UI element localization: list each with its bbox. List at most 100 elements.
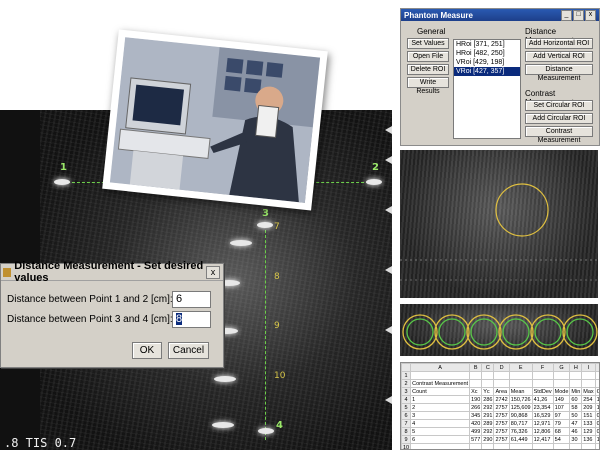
close-button[interactable]: x: [585, 10, 596, 21]
table-cell[interactable]: [569, 379, 583, 388]
set-values-button[interactable]: Set Values: [407, 38, 449, 49]
table-cell[interactable]: 151: [581, 411, 596, 420]
table-cell[interactable]: 190: [469, 395, 483, 404]
table-cell[interactable]: 2757: [493, 419, 510, 428]
column-header[interactable]: [401, 363, 412, 372]
table-cell[interactable]: 16,529: [531, 411, 554, 420]
table-cell[interactable]: Min: [569, 387, 583, 396]
table-cell[interactable]: [531, 371, 554, 380]
table-cell[interactable]: 68: [552, 427, 571, 436]
minimize-button[interactable]: _: [561, 10, 572, 21]
table-cell[interactable]: 289: [481, 419, 495, 428]
table-cell[interactable]: 292: [481, 427, 495, 436]
row-number[interactable]: 8: [401, 427, 412, 436]
table-cell[interactable]: 286: [481, 395, 495, 404]
column-header[interactable]: G: [552, 363, 571, 372]
table-cell[interactable]: 97: [552, 411, 571, 420]
table-cell[interactable]: 90,868: [508, 411, 533, 420]
dialog-titlebar[interactable]: Distance Measurement - Set desired value…: [1, 260, 223, 284]
roi-list-item[interactable]: HRoi [371, 251]: [454, 40, 520, 49]
column-header[interactable]: B: [469, 363, 483, 372]
table-cell[interactable]: [493, 379, 510, 388]
table-cell[interactable]: 136: [581, 435, 596, 444]
table-cell[interactable]: 129: [581, 427, 596, 436]
add-horizontal-roi-button[interactable]: Add Horizontal ROI: [525, 38, 593, 49]
table-cell[interactable]: [594, 371, 599, 380]
table-cell[interactable]: Contrast Measurement: [410, 379, 471, 388]
table-cell[interactable]: 12,417: [531, 435, 554, 444]
roi-list-item[interactable]: HRoi [482, 250]: [454, 49, 520, 58]
table-cell[interactable]: Yc: [481, 387, 495, 396]
column-header[interactable]: E: [508, 363, 533, 372]
write-results-button[interactable]: Write Results: [407, 77, 449, 95]
cancel-button[interactable]: Cancel: [168, 342, 209, 359]
row-number[interactable]: 4: [401, 395, 412, 404]
row-number[interactable]: 5: [401, 403, 412, 412]
table-cell[interactable]: [581, 379, 596, 388]
row-number[interactable]: 7: [401, 419, 412, 428]
table-cell[interactable]: [552, 379, 571, 388]
table-cell[interactable]: 2757: [493, 427, 510, 436]
column-header[interactable]: F: [531, 363, 554, 372]
table-cell[interactable]: 292: [481, 403, 495, 412]
row-number[interactable]: 10: [401, 443, 412, 449]
table-cell[interactable]: Area: [493, 387, 510, 396]
table-cell[interactable]: [508, 379, 533, 388]
table-cell[interactable]: Count: [410, 387, 471, 396]
point-marker-2[interactable]: [366, 179, 382, 185]
table-cell[interactable]: 1,529: [594, 395, 599, 404]
table-cell[interactable]: 4: [410, 419, 471, 428]
table-cell[interactable]: 80,717: [508, 419, 533, 428]
table-cell[interactable]: [481, 443, 495, 449]
table-cell[interactable]: 79: [552, 419, 571, 428]
table-cell[interactable]: 345: [469, 411, 483, 420]
table-cell[interactable]: 46: [569, 427, 583, 436]
table-cell[interactable]: 1: [410, 395, 471, 404]
delete-roi-button[interactable]: Delete ROI: [407, 64, 449, 75]
table-cell[interactable]: 2757: [493, 403, 510, 412]
column-header[interactable]: J: [594, 363, 599, 372]
table-cell[interactable]: CNR: [594, 387, 599, 396]
table-cell[interactable]: [481, 371, 495, 380]
table-cell[interactable]: 47: [569, 419, 583, 428]
table-cell[interactable]: 1,127: [594, 435, 599, 444]
table-cell[interactable]: 61,449: [508, 435, 533, 444]
table-cell[interactable]: [552, 443, 571, 449]
table-cell[interactable]: [469, 379, 483, 388]
table-cell[interactable]: [531, 379, 554, 388]
table-cell[interactable]: 6: [410, 435, 471, 444]
column-header[interactable]: H: [569, 363, 583, 372]
table-cell[interactable]: 290: [481, 435, 495, 444]
table-cell[interactable]: 58: [569, 403, 583, 412]
distance-3-4-input[interactable]: 8: [172, 311, 211, 328]
table-cell[interactable]: 12,971: [531, 419, 554, 428]
table-cell[interactable]: 60: [569, 395, 583, 404]
table-cell[interactable]: 125,609: [508, 403, 533, 412]
table-cell[interactable]: 133: [581, 419, 596, 428]
point-marker-3[interactable]: [257, 222, 273, 228]
add-vertical-roi-button[interactable]: Add Vertical ROI: [525, 51, 593, 62]
table-cell[interactable]: 0,369: [594, 411, 599, 420]
table-cell[interactable]: 150,726: [508, 395, 533, 404]
table-cell[interactable]: 3: [410, 411, 471, 420]
column-header[interactable]: C: [481, 363, 495, 372]
point-marker-1[interactable]: [54, 179, 70, 185]
table-cell[interactable]: 23,354: [531, 403, 554, 412]
table-cell[interactable]: [581, 371, 596, 380]
dialog-close-button[interactable]: x: [206, 266, 220, 279]
open-file-button[interactable]: Open File: [407, 51, 449, 62]
table-cell[interactable]: 12,806: [531, 427, 554, 436]
table-cell[interactable]: [508, 371, 533, 380]
table-cell[interactable]: 30: [569, 435, 583, 444]
distance-1-2-input[interactable]: 6: [172, 291, 211, 308]
table-cell[interactable]: 2742: [493, 395, 510, 404]
table-cell[interactable]: [469, 443, 483, 449]
table-cell[interactable]: Xc: [469, 387, 483, 396]
table-cell[interactable]: 0,807: [594, 427, 599, 436]
add-circular-roi-button[interactable]: Add Circular ROI: [525, 113, 593, 124]
table-cell[interactable]: [569, 371, 583, 380]
ok-button[interactable]: OK: [132, 342, 162, 359]
table-cell[interactable]: 254: [581, 395, 596, 404]
row-number[interactable]: 6: [401, 411, 412, 420]
table-cell[interactable]: [569, 443, 583, 449]
